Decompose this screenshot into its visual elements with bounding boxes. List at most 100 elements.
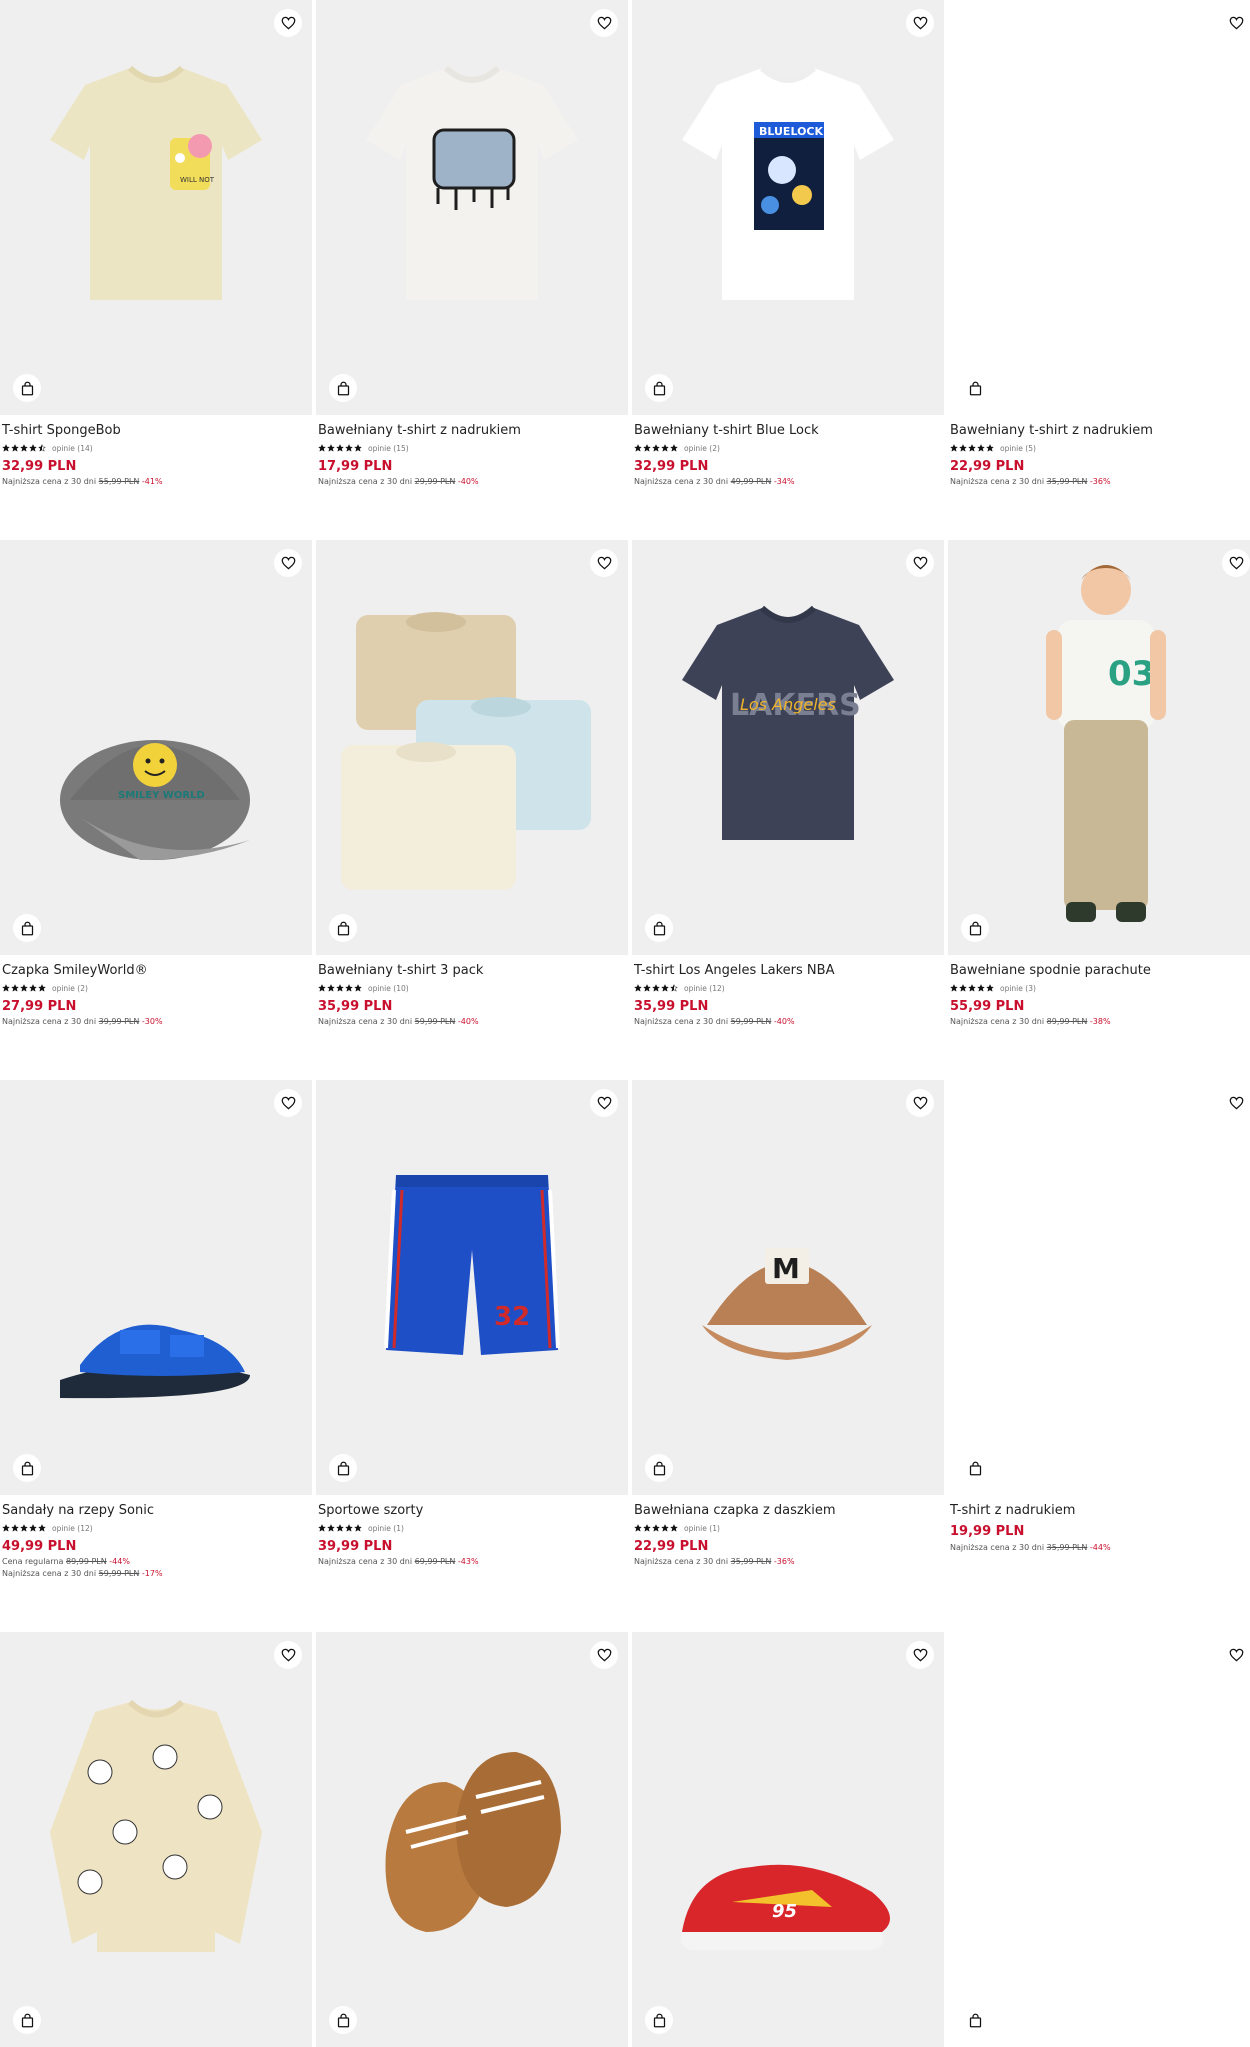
- heart-icon[interactable]: [590, 1089, 618, 1117]
- shopping-bag-icon[interactable]: [645, 374, 673, 402]
- product-name[interactable]: Bawełniany t-shirt 3 pack: [318, 963, 483, 978]
- shopping-bag-icon[interactable]: [329, 374, 357, 402]
- product-image[interactable]: [316, 1632, 628, 2047]
- product-name[interactable]: Bawełniana czapka z daszkiem: [634, 1503, 836, 1518]
- product-card[interactable]: Bawełniany t-shirt z nadrukiem opinie (15…: [316, 0, 628, 520]
- product-card[interactable]: T-shirt z nadrukiem 19,99 PLN Najniższa ce…: [948, 1080, 1250, 1600]
- shopping-bag-icon[interactable]: [329, 2006, 357, 2034]
- product-image[interactable]: [948, 1632, 1250, 2047]
- heart-icon[interactable]: [274, 549, 302, 577]
- product-name[interactable]: Sandały na rzepy Sonic: [2, 1503, 154, 1518]
- product-card[interactable]: Bawełniany t-shirt 3 pack opinie (10) 35,9…: [316, 540, 628, 1060]
- product-card[interactable]: Sandały na rzepy Sonic opinie (12) 49,99 P…: [0, 1080, 312, 1600]
- product-card[interactable]: M Bawełniana czapka z daszkiem opinie (1) 2…: [632, 1080, 944, 1600]
- heart-icon[interactable]: [274, 1089, 302, 1117]
- review-count[interactable]: opinie (2): [52, 984, 88, 993]
- shopping-bag-icon[interactable]: [13, 2006, 41, 2034]
- product-price: 55,99 PLN: [950, 999, 1025, 1014]
- product-card[interactable]: 32 Sportowe szorty opinie (1) 39,99 PLN Najn…: [316, 1080, 628, 1600]
- product-card[interactable]: [0, 1632, 312, 2047]
- shopping-bag-icon[interactable]: [329, 1454, 357, 1482]
- product-image[interactable]: LAKERS Los Angeles: [632, 540, 944, 955]
- heart-icon[interactable]: [1222, 1641, 1250, 1669]
- product-name[interactable]: Sportowe szorty: [318, 1503, 423, 1518]
- product-card[interactable]: Bawełniany t-shirt z nadrukiem opinie (5)…: [948, 0, 1250, 520]
- heart-icon[interactable]: [906, 1089, 934, 1117]
- shopping-bag-icon[interactable]: [329, 914, 357, 942]
- product-name[interactable]: Bawełniane spodnie parachute: [950, 963, 1151, 978]
- heart-icon[interactable]: [906, 1641, 934, 1669]
- shopping-bag-icon[interactable]: [961, 374, 989, 402]
- price-note-label: Najniższa cena z 30 dni: [634, 477, 729, 486]
- product-card[interactable]: LAKERS Los Angeles T-shirt Los Angeles Lak…: [632, 540, 944, 1060]
- review-count[interactable]: opinie (2): [684, 444, 720, 453]
- product-name[interactable]: T-shirt SpongeBob: [2, 423, 121, 438]
- heart-icon[interactable]: [590, 9, 618, 37]
- product-image[interactable]: [948, 0, 1250, 415]
- svg-text:95: 95: [772, 1901, 797, 1922]
- shopping-bag-icon[interactable]: [645, 1454, 673, 1482]
- product-name[interactable]: Bawełniany t-shirt z nadrukiem: [950, 423, 1153, 438]
- heart-icon[interactable]: [1222, 549, 1250, 577]
- heart-icon[interactable]: [590, 549, 618, 577]
- product-image[interactable]: WILL NOT: [0, 0, 312, 415]
- lowest-price-note: Najniższa cena z 30 dni 59,99 PLN -17%: [2, 1569, 163, 1578]
- review-count[interactable]: opinie (3): [1000, 984, 1036, 993]
- heart-icon[interactable]: [906, 9, 934, 37]
- heart-icon[interactable]: [1222, 9, 1250, 37]
- product-name[interactable]: Bawełniany t-shirt z nadrukiem: [318, 423, 521, 438]
- product-image[interactable]: SMILEY WORLD: [0, 540, 312, 955]
- product-image[interactable]: 95: [632, 1632, 944, 2047]
- product-name[interactable]: Bawełniany t-shirt Blue Lock: [634, 423, 819, 438]
- review-count[interactable]: opinie (1): [684, 1524, 720, 1533]
- heart-icon[interactable]: [590, 1641, 618, 1669]
- shopping-bag-icon[interactable]: [961, 914, 989, 942]
- heart-icon[interactable]: [906, 549, 934, 577]
- product-image[interactable]: M: [632, 1080, 944, 1495]
- review-count[interactable]: opinie (12): [52, 1524, 93, 1533]
- product-image[interactable]: [316, 540, 628, 955]
- heart-icon[interactable]: [274, 1641, 302, 1669]
- shopping-bag-icon[interactable]: [13, 1454, 41, 1482]
- review-count[interactable]: opinie (12): [684, 984, 725, 993]
- product-card[interactable]: BLUELOCK Bawełniany t-shirt Blue Lock opin…: [632, 0, 944, 520]
- old-price: 59,99 PLN: [414, 1017, 456, 1026]
- shopping-bag-icon[interactable]: [13, 914, 41, 942]
- discount-badge: -43%: [457, 1557, 479, 1566]
- product-name[interactable]: T-shirt z nadrukiem: [950, 1503, 1075, 1518]
- shopping-bag-icon[interactable]: [645, 2006, 673, 2034]
- product-image[interactable]: [0, 1080, 312, 1495]
- product-image[interactable]: 32: [316, 1080, 628, 1495]
- product-image[interactable]: 03: [948, 540, 1250, 955]
- product-card[interactable]: [948, 1632, 1250, 2047]
- product-image[interactable]: [316, 0, 628, 415]
- product-card[interactable]: 03 Bawełniane spodnie parachute opinie (3)…: [948, 540, 1250, 1060]
- product-name[interactable]: T-shirt Los Angeles Lakers NBA: [634, 963, 834, 978]
- review-count[interactable]: opinie (14): [52, 444, 93, 453]
- old-price: 89,99 PLN: [66, 1557, 107, 1566]
- review-count[interactable]: opinie (15): [368, 444, 409, 453]
- review-count[interactable]: opinie (1): [368, 1524, 404, 1533]
- shopping-bag-icon[interactable]: [961, 2006, 989, 2034]
- star-icon: [968, 444, 976, 452]
- discount-badge: -41%: [141, 477, 163, 486]
- product-name[interactable]: Czapka SmileyWorld®: [2, 963, 148, 978]
- product-card[interactable]: [316, 1632, 628, 2047]
- heart-icon[interactable]: [274, 9, 302, 37]
- discount-badge: -40%: [773, 1017, 795, 1026]
- product-card[interactable]: WILL NOT T-shirt SpongeBob opinie (14) 32,9…: [0, 0, 312, 520]
- product-image[interactable]: BLUELOCK: [632, 0, 944, 415]
- old-price: 35,99 PLN: [730, 1557, 772, 1566]
- shopping-bag-icon[interactable]: [961, 1454, 989, 1482]
- old-price: 29,99 PLN: [414, 477, 456, 486]
- shopping-bag-icon[interactable]: [645, 914, 673, 942]
- product-card[interactable]: SMILEY WORLD Czapka SmileyWorld® opinie (2…: [0, 540, 312, 1060]
- star-icon: [327, 444, 335, 452]
- shopping-bag-icon[interactable]: [13, 374, 41, 402]
- review-count[interactable]: opinie (5): [1000, 444, 1036, 453]
- heart-icon[interactable]: [1222, 1089, 1250, 1117]
- product-image[interactable]: [948, 1080, 1250, 1495]
- product-image[interactable]: [0, 1632, 312, 2047]
- product-card[interactable]: 95: [632, 1632, 944, 2047]
- review-count[interactable]: opinie (10): [368, 984, 409, 993]
